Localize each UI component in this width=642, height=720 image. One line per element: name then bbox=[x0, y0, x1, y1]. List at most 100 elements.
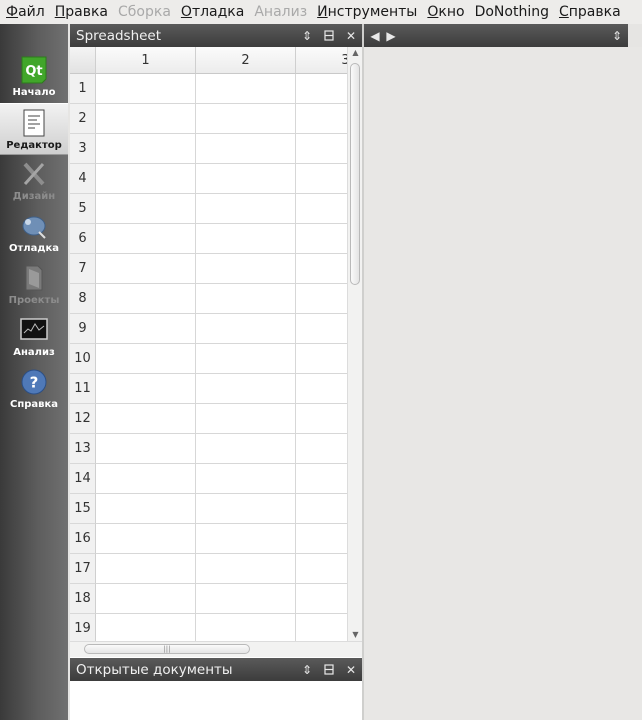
table-cell[interactable] bbox=[96, 164, 196, 194]
row-header[interactable]: 2 bbox=[70, 104, 96, 134]
table-cell[interactable] bbox=[96, 524, 196, 554]
table-cell[interactable] bbox=[296, 164, 347, 194]
table-cell[interactable] bbox=[296, 434, 347, 464]
table-cell[interactable] bbox=[96, 434, 196, 464]
table-cell[interactable] bbox=[96, 74, 196, 104]
table-cell[interactable] bbox=[196, 164, 296, 194]
table-cell[interactable] bbox=[196, 404, 296, 434]
row-header[interactable]: 18 bbox=[70, 584, 96, 614]
row-header[interactable]: 15 bbox=[70, 494, 96, 524]
table-cell[interactable] bbox=[96, 284, 196, 314]
menu-4[interactable]: Отладка bbox=[176, 0, 249, 24]
row-header[interactable]: 3 bbox=[70, 134, 96, 164]
menu-2[interactable]: Правка bbox=[50, 0, 113, 24]
row-header[interactable]: 17 bbox=[70, 554, 96, 584]
table-cell[interactable] bbox=[96, 584, 196, 614]
mode-button-5[interactable]: Проекты bbox=[0, 259, 68, 311]
table-cell[interactable] bbox=[196, 254, 296, 284]
split-select-icon[interactable]: ⇕ bbox=[296, 658, 318, 681]
row-header[interactable]: 8 bbox=[70, 284, 96, 314]
table-cell[interactable] bbox=[96, 374, 196, 404]
table-cell[interactable] bbox=[296, 554, 347, 584]
spreadsheet-grid[interactable]: 1 2 3 1 2 3 4 5 6 7 8 9 10 11 12 13 14 15 16 17 18 19 bbox=[70, 47, 347, 641]
table-cell[interactable] bbox=[196, 554, 296, 584]
table-cell[interactable] bbox=[296, 224, 347, 254]
table-cell[interactable] bbox=[296, 494, 347, 524]
row-header[interactable]: 14 bbox=[70, 464, 96, 494]
table-cell[interactable] bbox=[196, 494, 296, 524]
vertical-scroll-thumb[interactable] bbox=[350, 63, 360, 285]
table-cell[interactable] bbox=[96, 344, 196, 374]
vertical-scrollbar[interactable]: ▲ ▼ bbox=[347, 47, 362, 641]
menu-1[interactable]: Файл bbox=[0, 0, 50, 24]
menu-9[interactable]: Справка bbox=[554, 0, 626, 24]
forward-arrow-icon[interactable]: ▶ bbox=[380, 24, 402, 47]
editor-area[interactable] bbox=[364, 47, 642, 720]
corner-button[interactable] bbox=[70, 47, 96, 74]
menu-5[interactable]: Анализ bbox=[249, 0, 312, 24]
table-cell[interactable] bbox=[296, 74, 347, 104]
table-cell[interactable] bbox=[196, 104, 296, 134]
scroll-down-arrow-icon[interactable]: ▼ bbox=[348, 629, 363, 641]
table-cell[interactable] bbox=[196, 134, 296, 164]
document-select-icon[interactable]: ⇕ bbox=[606, 24, 628, 47]
table-cell[interactable] bbox=[196, 74, 296, 104]
menu-7[interactable]: Окно bbox=[422, 0, 469, 24]
mode-button-1[interactable]: Qt Начало bbox=[0, 51, 68, 103]
table-cell[interactable] bbox=[96, 194, 196, 224]
table-cell[interactable] bbox=[96, 104, 196, 134]
table-cell[interactable] bbox=[296, 104, 347, 134]
table-cell[interactable] bbox=[96, 494, 196, 524]
open-documents-list[interactable] bbox=[70, 681, 362, 720]
table-cell[interactable] bbox=[296, 314, 347, 344]
mode-button-6[interactable]: Анализ bbox=[0, 311, 68, 363]
close-icon[interactable]: ✕ bbox=[340, 658, 362, 681]
row-header[interactable]: 13 bbox=[70, 434, 96, 464]
table-cell[interactable] bbox=[296, 614, 347, 641]
horizontal-scrollbar[interactable]: ||| bbox=[70, 641, 362, 657]
mode-button-7[interactable]: ? Справка bbox=[0, 363, 68, 415]
table-cell[interactable] bbox=[296, 344, 347, 374]
table-cell[interactable] bbox=[96, 224, 196, 254]
menu-6[interactable]: Инструменты bbox=[312, 0, 422, 24]
row-header[interactable]: 6 bbox=[70, 224, 96, 254]
column-header[interactable]: 2 bbox=[196, 47, 296, 74]
table-cell[interactable] bbox=[96, 554, 196, 584]
table-cell[interactable] bbox=[196, 284, 296, 314]
column-header[interactable]: 3 bbox=[296, 47, 347, 74]
table-cell[interactable] bbox=[196, 344, 296, 374]
mode-button-4[interactable]: Отладка bbox=[0, 207, 68, 259]
horizontal-scroll-thumb[interactable]: ||| bbox=[84, 644, 250, 654]
scroll-up-arrow-icon[interactable]: ▲ bbox=[348, 47, 363, 59]
row-header[interactable]: 5 bbox=[70, 194, 96, 224]
table-cell[interactable] bbox=[96, 464, 196, 494]
row-header[interactable]: 7 bbox=[70, 254, 96, 284]
table-cell[interactable] bbox=[296, 584, 347, 614]
table-cell[interactable] bbox=[296, 194, 347, 224]
table-cell[interactable] bbox=[96, 314, 196, 344]
table-cell[interactable] bbox=[196, 584, 296, 614]
split-select-icon[interactable]: ⇕ bbox=[296, 24, 318, 47]
table-cell[interactable] bbox=[96, 134, 196, 164]
table-cell[interactable] bbox=[96, 614, 196, 641]
float-dock-icon[interactable] bbox=[318, 658, 340, 681]
table-cell[interactable] bbox=[296, 374, 347, 404]
float-dock-icon[interactable] bbox=[318, 24, 340, 47]
table-cell[interactable] bbox=[96, 254, 196, 284]
table-cell[interactable] bbox=[96, 404, 196, 434]
table-cell[interactable] bbox=[196, 194, 296, 224]
column-header[interactable]: 1 bbox=[96, 47, 196, 74]
table-cell[interactable] bbox=[196, 434, 296, 464]
table-cell[interactable] bbox=[296, 524, 347, 554]
close-icon[interactable]: ✕ bbox=[340, 24, 362, 47]
row-header[interactable]: 12 bbox=[70, 404, 96, 434]
table-cell[interactable] bbox=[296, 464, 347, 494]
menu-8[interactable]: DoNothing bbox=[470, 0, 554, 24]
table-cell[interactable] bbox=[196, 614, 296, 641]
row-header[interactable]: 11 bbox=[70, 374, 96, 404]
table-cell[interactable] bbox=[296, 134, 347, 164]
row-header[interactable]: 16 bbox=[70, 524, 96, 554]
menu-3[interactable]: Сборка bbox=[113, 0, 176, 24]
table-cell[interactable] bbox=[296, 284, 347, 314]
row-header[interactable]: 19 bbox=[70, 614, 96, 641]
